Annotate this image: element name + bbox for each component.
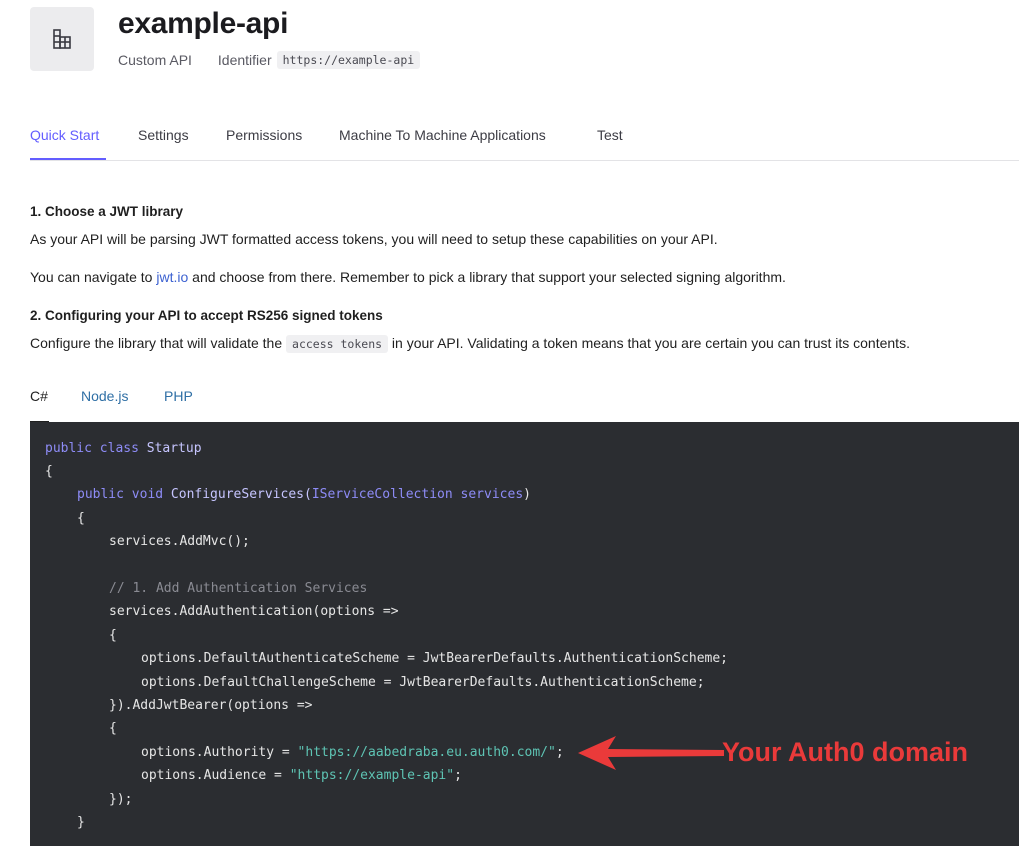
code-comment: // 1. Add Authentication Services xyxy=(109,581,368,596)
arrow-icon xyxy=(578,736,724,770)
tab-permissions[interactable]: Permissions xyxy=(226,127,302,143)
identifier-label: Identifier xyxy=(217,52,272,68)
lang-tab-php[interactable]: PHP xyxy=(164,388,193,404)
code-line: { xyxy=(77,511,85,526)
code-line: options.DefaultAuthenticateScheme = JwtB… xyxy=(141,651,728,666)
lang-tab-csharp[interactable]: C# xyxy=(30,388,48,404)
code-line: } xyxy=(77,815,85,830)
code-line: options.DefaultChallengeScheme = JwtBear… xyxy=(141,675,705,690)
navigate-text-before: You can navigate to xyxy=(30,269,157,285)
navigate-text: You can navigate to jwt.io and choose fr… xyxy=(30,269,786,285)
api-tabs: Quick Start Settings Permissions Machine… xyxy=(30,127,1019,161)
code-line: }).AddJwtBearer(options => xyxy=(109,698,313,713)
api-type: Custom API xyxy=(118,52,192,68)
code-line: public class Startup xyxy=(45,441,202,456)
lang-tab-nodejs[interactable]: Node.js xyxy=(81,388,128,404)
code-line-audience: options.Audience = "https://example-api"… xyxy=(141,768,462,783)
code-line: { xyxy=(109,721,117,736)
active-tab-indicator xyxy=(30,158,106,160)
code-line-authority: options.Authority = "https://aabedraba.e… xyxy=(141,745,564,760)
api-icon xyxy=(30,7,94,71)
code-line: services.AddMvc(); xyxy=(109,534,250,549)
code-line: { xyxy=(45,464,53,479)
code-line: { xyxy=(109,628,117,643)
code-line: }); xyxy=(109,792,133,807)
step2-heading: 2. Configuring your API to accept RS256 … xyxy=(30,308,383,323)
jwt-io-link[interactable]: jwt.io xyxy=(156,269,188,285)
step2-text: Configure the library that will validate… xyxy=(30,335,910,353)
tab-machine-to-machine[interactable]: Machine To Machine Applications xyxy=(339,127,546,143)
tab-quick-start[interactable]: Quick Start xyxy=(30,127,99,143)
tab-settings[interactable]: Settings xyxy=(138,127,189,143)
api-title: example-api xyxy=(118,7,289,40)
auth0-domain-annotation: Your Auth0 domain xyxy=(722,737,968,767)
navigate-text-after: and choose from there. Remember to pick … xyxy=(188,269,786,285)
code-line: services.AddAuthentication(options => xyxy=(109,604,399,619)
step1-heading: 1. Choose a JWT library xyxy=(30,204,184,219)
code-line: public void ConfigureServices(IServiceCo… xyxy=(77,487,531,502)
step2-text-after: in your API. Validating a token means th… xyxy=(388,335,910,351)
code-block: public class Startup { public void Confi… xyxy=(30,422,1019,846)
access-tokens-code: access tokens xyxy=(286,335,389,353)
tab-test[interactable]: Test xyxy=(597,127,623,143)
identifier-value: https://example-api xyxy=(276,51,421,69)
step2-text-before: Configure the library that will validate… xyxy=(30,335,287,351)
api-meta: Custom API Identifier https://example-ap… xyxy=(118,51,421,69)
step1-text: As your API will be parsing JWT formatte… xyxy=(30,231,718,247)
